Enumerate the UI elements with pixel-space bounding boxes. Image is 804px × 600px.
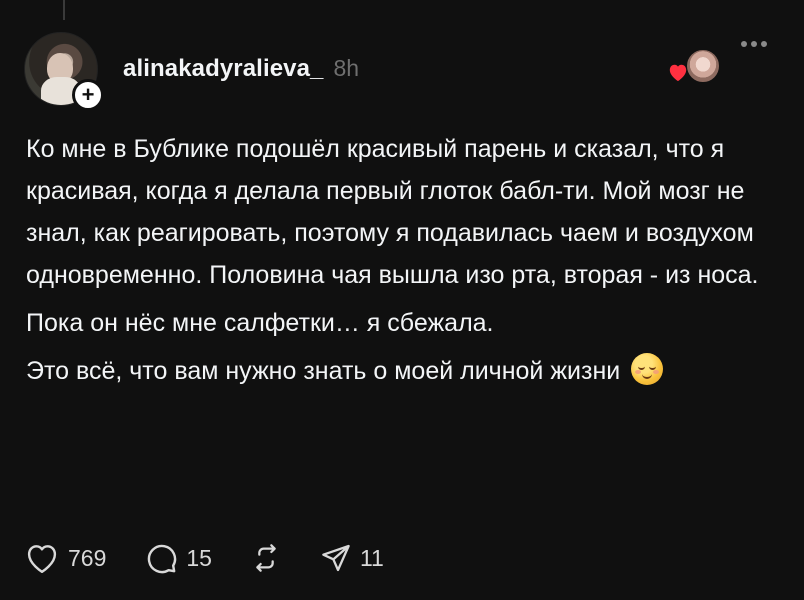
comment-icon: [148, 544, 177, 574]
share-button[interactable]: 11: [320, 542, 384, 574]
liked-by-indicator[interactable]: [667, 48, 721, 84]
reply-count: 15: [186, 544, 212, 571]
follow-plus-icon[interactable]: +: [72, 79, 104, 111]
send-icon: [322, 544, 350, 572]
repost-icon: [256, 544, 276, 572]
author-avatar-wrap[interactable]: +: [24, 32, 104, 111]
post-time: 8h: [333, 55, 360, 81]
post-paragraph: Ко мне в Бублике подошёл красивый парень…: [26, 135, 759, 289]
thread-line: [63, 0, 65, 20]
post-header: alinakadyralieva_ 8h: [123, 55, 359, 83]
like-button[interactable]: 769: [24, 541, 106, 575]
heart-icon: [669, 64, 687, 82]
username[interactable]: alinakadyralieva_: [123, 55, 324, 83]
relieved-face-icon: [631, 353, 664, 385]
action-bar: 769 15 11: [24, 541, 422, 575]
post-body: Ко мне в Бублике подошёл красивый парень…: [26, 128, 786, 398]
post-paragraph-text: Это всё, что вам нужно знать о моей личн…: [26, 357, 621, 385]
reply-button[interactable]: 15: [144, 541, 212, 575]
more-options-ellipsis-icon[interactable]: [741, 41, 767, 47]
repost-button[interactable]: [250, 542, 282, 574]
liker-avatar: [685, 48, 721, 84]
share-count: 11: [359, 544, 384, 571]
heart-icon: [27, 545, 57, 573]
post-paragraph-last: Это всё, что вам нужно знать о моей личн…: [26, 350, 786, 392]
like-count: 769: [68, 544, 107, 571]
post-paragraph: Пока он нёс мне салфетки… я сбежала.: [26, 309, 494, 337]
